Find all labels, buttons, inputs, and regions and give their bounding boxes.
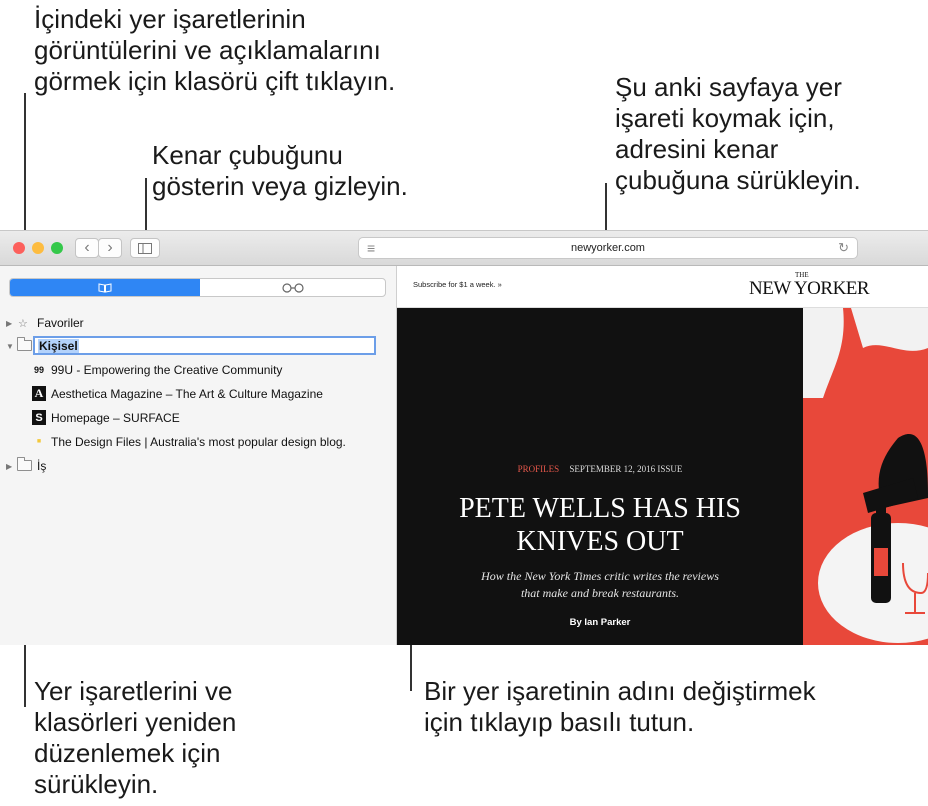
web-content: Subscribe for $1 a week. » THE NEW YORKE…	[397, 266, 928, 645]
sidebar-item-personal[interactable]: ▼ Kişisel	[0, 335, 397, 357]
glasses-icon	[281, 282, 304, 293]
illustration-graphic	[803, 308, 928, 643]
headline-line: PETE WELLS HAS HIS	[459, 493, 741, 524]
callout-double-click-folder: İçindeki yer işaretlerinin görüntülerini…	[34, 4, 395, 97]
disclosure-right-icon[interactable]: ▶	[6, 462, 12, 471]
bookmark-label: Homepage – SURFACE	[51, 411, 180, 425]
folder-name-field[interactable]: Kişisel	[33, 336, 376, 355]
bookmark-item[interactable]: 99 99U - Empowering the Creative Communi…	[0, 359, 397, 381]
forward-button[interactable]: ›	[98, 238, 122, 258]
callout-line: işareti koymak için,	[615, 103, 835, 133]
folder-icon	[17, 457, 32, 471]
callout-rename: Bir yer işaretinin adını değiştirmek içi…	[424, 676, 816, 738]
callout-line: düzenlemek için	[34, 738, 221, 768]
sidebar-toggle-button[interactable]	[130, 238, 160, 258]
safari-window: ‹ › ≡ newyorker.com ↻ ▶ ☆ Favoriler ▼ Ki…	[0, 230, 928, 645]
article-illustration	[803, 308, 928, 645]
bookmark-label: 99U - Empowering the Creative Community	[51, 363, 283, 377]
section-label[interactable]: PROFILES	[518, 464, 560, 474]
surface-icon: S	[32, 410, 46, 425]
callout-line: görüntülerini ve açıklamalarını	[34, 35, 381, 65]
callout-line: sürükleyin.	[34, 769, 159, 799]
sidebar-item-label: İş	[37, 459, 47, 473]
sidebar-item-label: Favoriler	[37, 316, 84, 330]
tab-bookmarks[interactable]	[10, 279, 200, 296]
reader-icon[interactable]: ≡	[367, 240, 375, 256]
callout-line: Bir yer işaretinin adını değiştirmek	[424, 676, 816, 706]
folder-name-text: Kişisel	[38, 338, 79, 353]
sidebar-tab-control	[9, 278, 386, 297]
callout-sidebar-toggle: Kenar çubuğunu gösterin veya gizleyin.	[152, 140, 408, 202]
callout-line: Yer işaretlerini ve	[34, 676, 233, 706]
callout-line: Şu anki sayfaya yer	[615, 72, 842, 102]
99u-icon: 99	[33, 364, 44, 375]
dek-line: How the New York Times critic writes the…	[481, 569, 719, 583]
headline-line: KNIVES OUT	[516, 526, 684, 557]
bookmark-label: The Design Files | Australia's most popu…	[51, 435, 346, 449]
back-button[interactable]: ‹	[75, 238, 99, 258]
callout-line: gösterin veya gizleyin.	[152, 171, 408, 201]
callout-line: görmek için klasörü çift tıklayın.	[34, 66, 396, 96]
bookmark-label: Aesthetica Magazine – The Art & Culture …	[51, 387, 323, 401]
disclosure-down-icon[interactable]: ▼	[6, 342, 14, 351]
callout-line: İçindeki yer işaretlerinin	[34, 4, 306, 34]
byline: By Ian Parker	[569, 617, 631, 628]
reload-icon[interactable]: ↻	[838, 240, 849, 256]
callout-drag-address: Şu anki sayfaya yer işareti koymak için,…	[615, 72, 861, 196]
dek-line: that make and break restaurants.	[520, 586, 680, 600]
sidebar-item-work[interactable]: ▶ İş	[0, 455, 397, 477]
callout-line: adresini kenar	[615, 134, 779, 164]
site-header: Subscribe for $1 a week. » THE NEW YORKE…	[397, 266, 928, 308]
address-bar[interactable]: ≡ newyorker.com ↻	[358, 237, 858, 259]
aesthetica-icon: A	[32, 386, 46, 401]
bookmark-item[interactable]: A Aesthetica Magazine – The Art & Cultur…	[0, 383, 397, 405]
folder-icon	[17, 337, 32, 351]
close-button[interactable]	[13, 242, 25, 254]
favorites-icon: ☆	[18, 317, 28, 330]
book-icon	[98, 282, 112, 293]
url-text: newyorker.com	[571, 242, 645, 254]
bookmark-item[interactable]: S Homepage – SURFACE	[0, 407, 397, 429]
sidebar-item-favorites[interactable]: ▶ ☆ Favoriler	[0, 312, 397, 334]
callout-line: için tıklayıp basılı tutun.	[424, 707, 695, 737]
disclosure-right-icon[interactable]: ▶	[6, 319, 12, 328]
bookmarks-sidebar: ▶ ☆ Favoriler ▼ Kişisel 99 99U - Empower…	[0, 266, 397, 645]
bookmark-item[interactable]: ■ The Design Files | Australia's most po…	[0, 431, 397, 453]
leader-line-sidebar-toggle	[145, 178, 147, 238]
dek: How the New York Times critic writes the…	[397, 568, 803, 602]
headline[interactable]: PETE WELLS HAS HIS KNIVES OUT	[397, 492, 803, 558]
callout-reorder: Yer işaretlerini ve klasörleri yeniden d…	[34, 676, 236, 800]
callout-line: çubuğuna sürükleyin.	[615, 165, 861, 195]
sidebar-icon	[138, 242, 152, 254]
minimize-button[interactable]	[32, 242, 44, 254]
design-files-icon: ■	[36, 438, 42, 445]
chevron-right-icon: ›	[107, 239, 113, 256]
article-hero[interactable]: PROFILES SEPTEMBER 12, 2016 ISSUE PETE W…	[397, 308, 803, 645]
new-yorker-logo[interactable]: NEW YORKER	[749, 278, 870, 300]
zoom-button[interactable]	[51, 242, 63, 254]
tab-reading-list[interactable]	[200, 279, 385, 296]
subscribe-link[interactable]: Subscribe for $1 a week. »	[413, 280, 502, 289]
article-kicker: PROFILES SEPTEMBER 12, 2016 ISSUE	[397, 464, 803, 474]
issue-label: SEPTEMBER 12, 2016 ISSUE	[569, 464, 683, 474]
chevron-left-icon: ‹	[84, 239, 90, 256]
callout-line: Kenar çubuğunu	[152, 140, 343, 170]
callout-line: klasörleri yeniden	[34, 707, 237, 737]
toolbar: ‹ › ≡ newyorker.com ↻	[0, 231, 928, 266]
